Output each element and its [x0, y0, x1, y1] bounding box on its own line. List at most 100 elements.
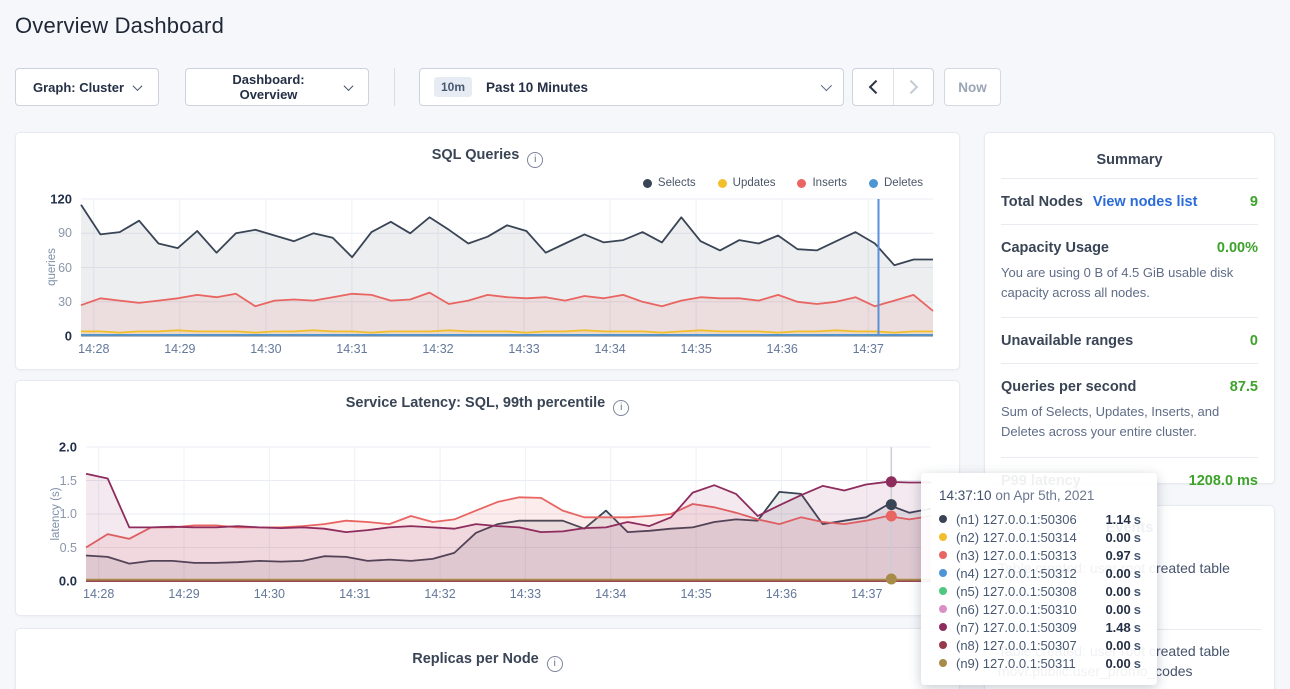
- node-latency-value: 0.00: [1105, 566, 1130, 581]
- time-prev-button[interactable]: [853, 69, 893, 105]
- chevron-down-icon: [133, 81, 143, 91]
- x-tick-label: 14:33: [510, 587, 541, 601]
- view-nodes-list-link[interactable]: View nodes list: [1093, 194, 1198, 210]
- chevron-down-icon: [344, 81, 354, 91]
- dashboard-dropdown[interactable]: Dashboard: Overview: [185, 68, 369, 106]
- x-tick-label: 14:36: [766, 587, 797, 601]
- node-color-dot-icon: [939, 569, 947, 577]
- node-address: (n3) 127.0.0.1:50313: [956, 548, 1105, 563]
- time-next-button[interactable]: [893, 69, 933, 105]
- x-tick-label: 14:30: [250, 342, 281, 356]
- node-latency-value: 0.00: [1105, 530, 1130, 545]
- info-icon[interactable]: i: [547, 656, 563, 672]
- legend-dot-icon: [869, 179, 878, 188]
- legend-item[interactable]: Updates: [718, 177, 776, 189]
- info-icon[interactable]: i: [527, 152, 543, 168]
- x-tick-label: 14:34: [595, 587, 626, 601]
- node-latency-unit: s: [1134, 548, 1141, 563]
- tooltip-timestamp: 14:37:10 on Apr 5th, 2021: [939, 488, 1141, 503]
- chart-title: SQL Queriesi: [16, 147, 959, 168]
- chart-title: Replicas per Nodei: [16, 651, 959, 672]
- node-address: (n9) 127.0.0.1:50311: [956, 656, 1105, 671]
- time-range-label: Past 10 Minutes: [486, 80, 821, 95]
- x-tick-label: 14:32: [424, 587, 455, 601]
- x-tick-label: 14:35: [680, 587, 711, 601]
- tooltip-node-row: (n3) 127.0.0.1:503130.97 s: [939, 546, 1141, 564]
- legend-item[interactable]: Inserts: [797, 177, 847, 189]
- node-color-dot-icon: [939, 587, 947, 595]
- y-tick-label: 1.5: [60, 474, 77, 488]
- y-tick-label: 30: [58, 295, 72, 309]
- tooltip-node-row: (n5) 127.0.0.1:503080.00s: [939, 582, 1141, 600]
- tooltip-node-row: (n4) 127.0.0.1:503120.00 s: [939, 564, 1141, 582]
- toolbar: Graph: Cluster Dashboard: Overview 10m P…: [15, 68, 1001, 106]
- legend-item[interactable]: Selects: [643, 177, 696, 189]
- node-latency-unit: s: [1134, 656, 1141, 671]
- now-button[interactable]: Now: [944, 68, 1001, 106]
- service-latency-chart-card: Service Latency: SQL, 99th percentilei l…: [15, 380, 960, 616]
- node-latency-unit: s: [1134, 584, 1141, 599]
- legend-label: Deletes: [884, 177, 923, 189]
- legend-dot-icon: [643, 179, 652, 188]
- tooltip-node-row: (n9) 127.0.0.1:503110.00 s: [939, 654, 1141, 672]
- node-latency-unit: s: [1134, 530, 1141, 545]
- node-latency-unit: s: [1134, 566, 1141, 581]
- queries-per-second-value: 87.5: [1230, 379, 1258, 395]
- legend-dot-icon: [718, 179, 727, 188]
- legend-item[interactable]: Deletes: [869, 177, 923, 189]
- chart-title-text: Service Latency: SQL, 99th percentile: [346, 395, 606, 411]
- toolbar-divider: [394, 68, 395, 106]
- node-latency-value: 0.00: [1105, 638, 1130, 653]
- graph-dropdown[interactable]: Graph: Cluster: [15, 68, 159, 106]
- node-latency-value: 0.00: [1105, 656, 1130, 671]
- queries-per-second-row: Queries per second 87.5 Sum of Selects, …: [1001, 363, 1258, 456]
- x-tick-label: 14:31: [336, 342, 367, 356]
- node-latency-unit: s: [1134, 512, 1141, 527]
- node-latency-unit: s: [1134, 638, 1141, 653]
- x-tick-label: 14:29: [164, 342, 195, 356]
- chart-legend: Selects Updates Inserts Deletes: [643, 177, 923, 189]
- node-color-dot-icon: [939, 605, 947, 613]
- legend-label: Inserts: [812, 177, 847, 189]
- y-axis-label: queries: [46, 248, 58, 286]
- node-address: (n4) 127.0.0.1:50312: [956, 566, 1105, 581]
- page-title: Overview Dashboard: [15, 13, 224, 39]
- y-tick-label: 60: [58, 261, 72, 275]
- node-latency-value: 1.14: [1105, 512, 1130, 527]
- unavailable-ranges-row: Unavailable ranges 0: [1001, 317, 1258, 363]
- node-address: (n8) 127.0.0.1:50307: [956, 638, 1105, 653]
- y-tick-label: 120: [50, 192, 72, 207]
- node-latency-value: 1.48: [1105, 620, 1130, 635]
- node-address: (n7) 127.0.0.1:50309: [956, 620, 1105, 635]
- x-tick-label: 14:33: [508, 342, 539, 356]
- chevron-down-icon: [821, 80, 832, 91]
- y-tick-label: 1.0: [60, 507, 77, 521]
- unavailable-ranges-label: Unavailable ranges: [1001, 333, 1133, 349]
- service-latency-plot[interactable]: [86, 447, 931, 581]
- node-color-dot-icon: [939, 551, 947, 559]
- total-nodes-label: Total Nodes: [1001, 194, 1083, 210]
- y-tick-label: 0: [65, 329, 72, 344]
- time-range-dropdown[interactable]: 10m Past 10 Minutes: [419, 68, 844, 106]
- node-color-dot-icon: [939, 641, 947, 649]
- x-tick-label: 14:31: [339, 587, 370, 601]
- node-latency-value: 0.97: [1105, 548, 1130, 563]
- capacity-usage-label: Capacity Usage: [1001, 240, 1109, 256]
- node-color-dot-icon: [939, 515, 947, 523]
- capacity-usage-value: 0.00%: [1217, 240, 1258, 256]
- tooltip-node-row: (n6) 127.0.0.1:503100.00s: [939, 600, 1141, 618]
- summary-title: Summary: [1001, 133, 1258, 178]
- chart-title: Service Latency: SQL, 99th percentile i: [16, 395, 959, 416]
- x-tick-label: 14:32: [422, 342, 453, 356]
- capacity-usage-row: Capacity Usage 0.00% You are using 0 B o…: [1001, 224, 1258, 317]
- node-address: (n2) 127.0.0.1:50314: [956, 530, 1105, 545]
- info-icon[interactable]: i: [613, 400, 629, 416]
- tooltip-node-row: (n8) 127.0.0.1:503070.00 s: [939, 636, 1141, 654]
- sql-queries-plot[interactable]: [81, 199, 933, 336]
- node-address: (n6) 127.0.0.1:50310: [956, 602, 1105, 617]
- overview-dashboard-page: Overview Dashboard Graph: Cluster Dashbo…: [0, 0, 1290, 689]
- node-address: (n1) 127.0.0.1:50306: [956, 512, 1105, 527]
- legend-dot-icon: [797, 179, 806, 188]
- chevron-left-icon: [869, 80, 883, 94]
- legend-label: Updates: [733, 177, 776, 189]
